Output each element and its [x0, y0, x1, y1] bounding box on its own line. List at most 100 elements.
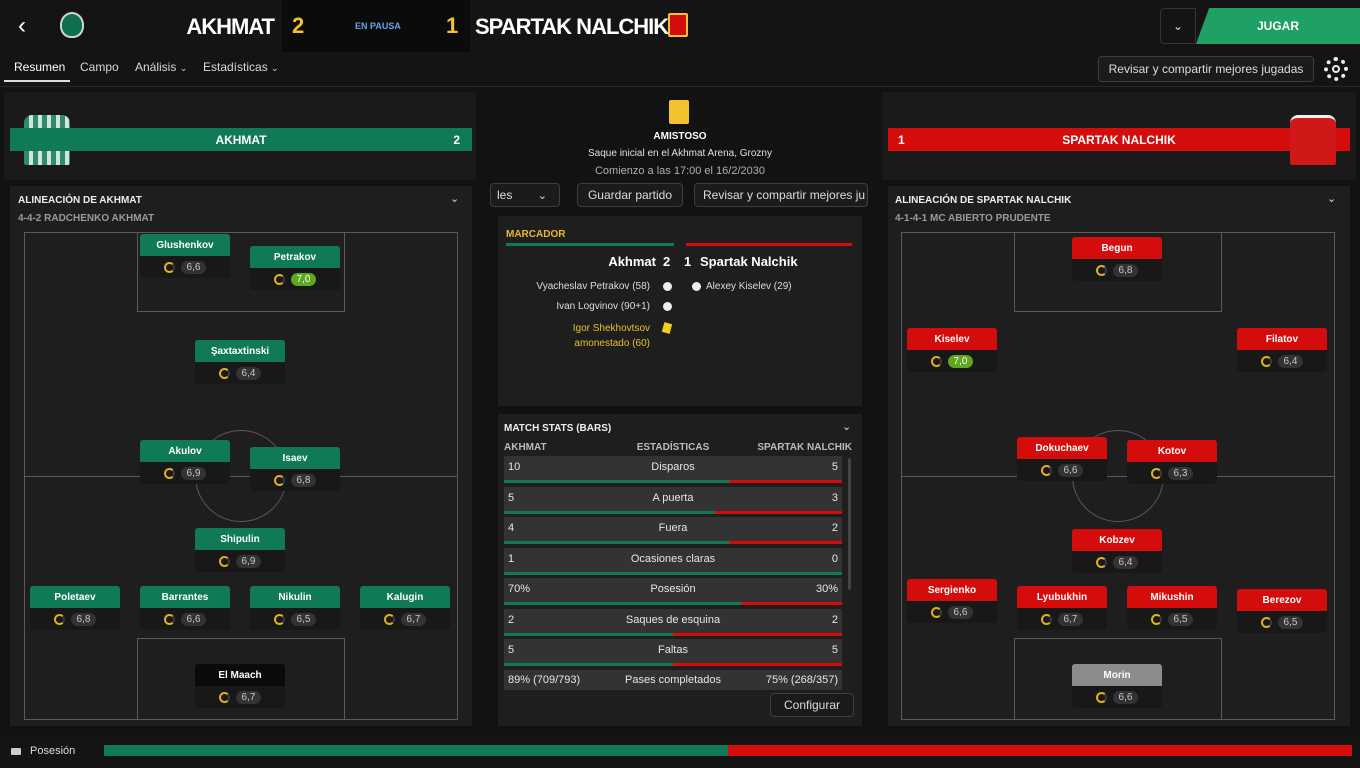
stat-row: 5 Faltas 5: [504, 639, 842, 667]
home-player-card[interactable]: Şaxtaxtinski 6,4: [195, 340, 285, 384]
scoreboard-home-goals: 2: [663, 254, 671, 269]
save-match-button[interactable]: Guardar partido: [577, 183, 683, 207]
stat-row: 2 Saques de esquina 2: [504, 609, 842, 637]
away-player-card[interactable]: Mikushin 6,5: [1127, 586, 1217, 630]
chevron-down-icon[interactable]: ⌄: [842, 420, 851, 433]
away-player-card[interactable]: Sergienko 6,6: [907, 579, 997, 623]
gear-center: [1332, 65, 1340, 73]
stat-home-bar: [504, 511, 715, 514]
play-options-dropdown[interactable]: ⌄: [1160, 8, 1196, 44]
away-player-card[interactable]: Lyubukhin 6,7: [1017, 586, 1107, 630]
player-rating: 6,8: [1112, 263, 1139, 277]
away-player-card[interactable]: Dokuchaev 6,6: [1017, 437, 1107, 481]
player-name: Shipulin: [195, 528, 285, 550]
partial-select[interactable]: les ⌄: [490, 183, 560, 207]
away-goalkeeper-card[interactable]: Morin 6,6: [1072, 664, 1162, 708]
home-player-card[interactable]: Barrantes 6,6: [140, 586, 230, 630]
tab-analisis-label: Análisis: [135, 60, 177, 74]
rating-ring-icon: [1040, 464, 1052, 476]
rating-ring-icon: [1260, 616, 1272, 628]
home-player-card[interactable]: Isaev 6,8: [250, 447, 340, 491]
player-name: Şaxtaxtinski: [195, 340, 285, 362]
home-player-card[interactable]: Petrakov 7,0: [250, 246, 340, 290]
tab-estadisticas[interactable]: Estadísticas ⌄: [203, 60, 279, 74]
home-player-card[interactable]: Glushenkov 6,6: [140, 234, 230, 278]
competition-logo-icon: [669, 100, 689, 124]
away-player-card[interactable]: Berezov 6,5: [1237, 589, 1327, 633]
player-name: Petrakov: [250, 246, 340, 268]
stat-home-bar: [504, 480, 729, 483]
player-name: Mikushin: [1127, 586, 1217, 608]
home-player-card[interactable]: Poletaev 6,8: [30, 586, 120, 630]
stat-row: 70% Posesión 30%: [504, 578, 842, 606]
away-player-card[interactable]: Kiselev 7,0: [907, 328, 997, 372]
play-button[interactable]: JUGAR: [1196, 8, 1360, 44]
partial-select-label: les: [497, 188, 513, 202]
stats-col-away: SPARTAK NALCHIK: [757, 442, 852, 453]
stat-row: 10 Disparos 5: [504, 456, 842, 484]
player-name: Morin: [1072, 664, 1162, 686]
match-time: Comienzo a las 17:00 el 16/2/2030: [594, 165, 765, 177]
home-player-card[interactable]: Nikulin 6,5: [250, 586, 340, 630]
away-player-card[interactable]: Kobzev 6,4: [1072, 529, 1162, 573]
stat-away-bar: [729, 480, 842, 483]
stats-scrollbar[interactable]: [848, 458, 851, 590]
away-banner: 1 SPARTAK NALCHIK: [888, 128, 1350, 151]
tab-active-underline: [4, 80, 70, 82]
booking-event: Igor Shekhovtsov amonestado (60): [500, 321, 650, 351]
home-banner-name: AKHMAT: [215, 132, 267, 147]
tab-estadisticas-label: Estadísticas: [203, 60, 268, 74]
player-name: Akulov: [140, 440, 230, 462]
rating-ring-icon: [1095, 556, 1107, 568]
player-name: Dokuchaev: [1017, 437, 1107, 459]
away-player-card[interactable]: Kotov 6,3: [1127, 440, 1217, 484]
gear-icon[interactable]: [1324, 57, 1348, 81]
chevron-down-icon: ⌄: [537, 189, 547, 202]
stat-away-value: 5: [831, 461, 838, 473]
home-goalkeeper-card[interactable]: El Maach 6,7: [195, 664, 285, 708]
stat-label: A puerta: [652, 492, 694, 504]
home-player-card[interactable]: Kalugin 6,7: [360, 586, 450, 630]
away-color-strip: [686, 243, 852, 246]
stat-away-bar: [673, 633, 842, 636]
player-rating: 6,5: [1277, 615, 1304, 629]
stats-last-row: 89% (709/793) Pases completados 75% (268…: [504, 670, 842, 690]
stat-away-bar: [729, 541, 842, 544]
rating-ring-icon: [1150, 467, 1162, 479]
configure-button[interactable]: Configurar: [770, 693, 854, 717]
back-arrow-icon[interactable]: ‹: [18, 14, 38, 38]
player-rating: 6,4: [235, 366, 262, 380]
player-rating: 7,0: [947, 354, 974, 368]
rating-ring-icon: [1095, 264, 1107, 276]
rating-ring-icon: [930, 355, 942, 367]
rating-ring-icon: [1095, 691, 1107, 703]
scoreboard-home: Akhmat: [608, 254, 656, 269]
away-player-card[interactable]: Begun 6,8: [1072, 237, 1162, 281]
stat-away-value: 30%: [815, 583, 838, 595]
possession-bar: [104, 745, 1352, 756]
tab-resumen[interactable]: Resumen: [14, 60, 65, 74]
player-name: Kiselev: [907, 328, 997, 350]
rating-ring-icon: [163, 467, 175, 479]
tab-analisis[interactable]: Análisis ⌄: [135, 60, 187, 74]
chevron-down-icon: ⌄: [271, 63, 279, 73]
home-player-card[interactable]: Shipulin 6,9: [195, 528, 285, 572]
stat-home-bar: [504, 572, 842, 575]
home-player-card[interactable]: Akulov 6,9: [140, 440, 230, 484]
booking-line-1: Igor Shekhovtsov: [572, 323, 650, 334]
stat-away-value: 0: [831, 553, 838, 565]
tab-campo[interactable]: Campo: [80, 60, 119, 74]
review-highlights-button[interactable]: Revisar y compartir mejores jugadas: [1098, 56, 1314, 82]
away-player-card[interactable]: Filatov 6,4: [1237, 328, 1327, 372]
stat-label: Disparos: [651, 461, 695, 473]
home-goal-event: Ivan Logvinov (90+1): [556, 301, 650, 312]
chevron-down-icon[interactable]: ⌄: [1327, 192, 1336, 205]
review-partial-button[interactable]: Revisar y compartir mejores ju: [694, 183, 868, 207]
stat-row: 5A puerta 3: [504, 487, 842, 515]
chevron-down-icon[interactable]: ⌄: [450, 192, 459, 205]
stat-away-bar: [741, 602, 842, 605]
away-kit-icon: [1290, 115, 1336, 165]
rating-ring-icon: [273, 474, 285, 486]
stat-label: Saques de esquina: [625, 614, 721, 626]
stat-away-bar: [673, 663, 842, 666]
